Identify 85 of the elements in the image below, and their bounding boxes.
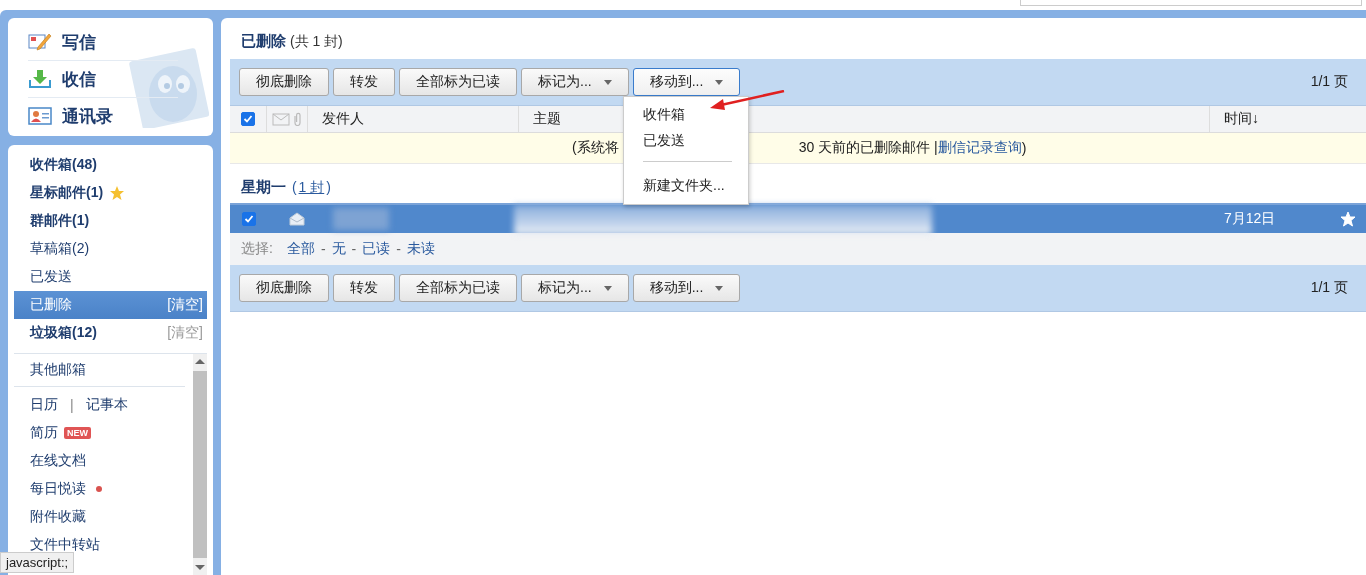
separator-text: - [351,241,357,257]
download-tray-icon [28,69,52,89]
group-count-link[interactable]: 1 封 [298,179,325,195]
action-link[interactable]: 通讯录 [28,98,178,134]
clear-link[interactable]: [清空] [167,296,203,314]
folder-label[interactable]: 草稿箱(2) [30,240,90,258]
toolbar-button[interactable]: 彻底删除 [239,274,329,302]
column-header[interactable]: 时间↓ [1224,110,1259,128]
toolbar-button[interactable]: 转发 [333,274,395,302]
star-icon[interactable] [1340,211,1356,227]
select-link[interactable]: 已读 [362,240,391,258]
select-all-checkbox[interactable] [241,112,255,126]
group-paren: ( [291,179,297,195]
menu-item[interactable]: 已发送 [624,127,748,153]
page-indicator: 1/1 页 [1310,73,1348,91]
select-label: 选择: [241,240,273,258]
message-row[interactable]: 7月12日 [230,203,1366,233]
action-link[interactable]: 收信 [28,61,178,98]
toolbar-button[interactable]: 转发 [333,68,395,96]
folder-label[interactable]: 群邮件(1) [30,212,90,230]
new-badge: NEW [64,427,91,439]
select-link[interactable]: 全部 [286,240,315,258]
column-header[interactable]: 主题 [533,110,561,128]
folder-label[interactable]: 星标邮件(1) [30,184,104,202]
select-link[interactable]: 未读 [406,240,435,258]
dropdown-button[interactable]: 标记为... [521,68,629,96]
page-indicator: 1/1 页 [1310,279,1348,297]
tool-link[interactable]: 附件收藏 [30,508,86,526]
column-header[interactable]: 发件人 [322,110,364,128]
tool-link[interactable]: 在线文档 [30,452,86,470]
caret-icon [715,285,724,291]
folder-item[interactable]: 群邮件(1) [14,207,207,235]
action-link[interactable]: 写信 [28,24,178,61]
separator-text: | [69,397,75,413]
folder-item[interactable]: 草稿箱(2) [14,235,207,263]
tool-link[interactable]: 简历 [30,424,58,442]
tool-link[interactable]: 每日悦读 [30,480,86,498]
message-checkbox[interactable] [242,212,256,226]
folder-item[interactable]: 已发送 [14,263,207,291]
tool-link[interactable]: 记事本 [85,396,128,414]
scroll-up-icon[interactable] [195,359,205,364]
folder-title: 已删除 [241,32,286,49]
select-link[interactable]: 无 [331,240,346,258]
folder-label[interactable]: 已发送 [30,268,72,286]
caret-icon [603,79,612,85]
toolbar-button[interactable]: 全部标为已读 [399,68,517,96]
status-tooltip: javascript:; [0,552,75,573]
scroll-thumb[interactable] [193,371,207,558]
caret-icon [715,79,724,85]
separator-text: - [396,241,401,257]
notice-text: (系统将 [572,139,619,157]
toolbar-button[interactable]: 全部标为已读 [399,274,517,302]
envelope-paperclip-icon [272,112,302,126]
group-heading: 星期一 [241,178,286,195]
mail-count: (共 1 封) [289,33,343,49]
notice-text: ) [1021,140,1027,156]
scrollbar[interactable] [193,354,207,575]
dropdown-button[interactable]: 移动到... [632,68,741,96]
folder-item[interactable]: 星标邮件(1) [14,179,207,207]
scroll-down-icon[interactable] [195,565,205,570]
message-date: 7月12日 [1224,210,1277,228]
blurred-sender [333,208,389,230]
notification-dot [96,486,102,492]
contact-card-icon [28,106,52,126]
envelope-icon [289,212,305,226]
folder-label[interactable]: 垃圾箱(12) [30,324,97,342]
menu-item[interactable]: 新建文件夹... [624,172,748,198]
tool-link[interactable]: 文件中转站 [30,536,100,554]
notice-text: 30 天前的已删除邮件 | [798,139,938,157]
caret-icon [603,285,612,291]
separator-text: - [320,241,326,257]
pencil-letter-icon [28,32,52,52]
dropdown-button[interactable]: 移动到... [632,274,741,302]
folder-item[interactable]: 已删除 [清空] [14,291,207,319]
tool-link[interactable]: 日历 [30,396,58,414]
dropdown-button[interactable]: 标记为... [521,274,629,302]
folder-item[interactable]: 垃圾箱(12) [清空] [14,319,207,347]
star-icon [109,185,126,201]
folder-label[interactable]: 已删除 [30,296,72,314]
folder-item[interactable]: 收件箱(48) [14,151,207,179]
group-paren: ) [326,179,331,195]
toolbar-button[interactable]: 彻底删除 [239,68,329,96]
folder-label[interactable]: 收件箱(48) [30,156,97,174]
menu-item[interactable]: 收件箱 [624,101,748,127]
tool-link[interactable]: 其他邮箱 [30,361,86,379]
